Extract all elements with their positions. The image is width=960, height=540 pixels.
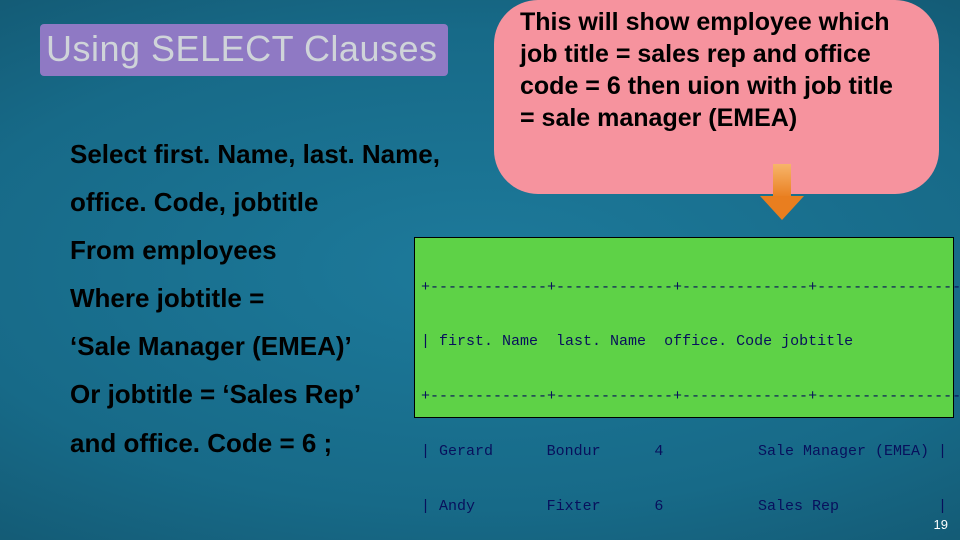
slide-title: Using SELECT Clauses	[46, 28, 442, 70]
query-result-terminal: +-------------+-------------+-----------…	[414, 237, 954, 418]
sql-line: Or jobtitle = ‘Sales Rep’	[70, 370, 440, 418]
col-header: jobtitle |	[772, 333, 960, 351]
table-row: | Andy Fixter 6 Sales Rep |	[421, 498, 947, 516]
sql-line: and office. Code = 6 ;	[70, 419, 440, 467]
title-band: Using SELECT Clauses	[40, 24, 448, 76]
sql-code-block: Select first. Name, last. Name, office. …	[70, 130, 440, 467]
page-number: 19	[934, 517, 948, 532]
separator: +-------------+-------------+-----------…	[421, 279, 947, 297]
explanation-callout: This will show employee which job title …	[494, 0, 939, 194]
sql-line: Where jobtitle =	[70, 274, 440, 322]
table-row: | Gerard Bondur 4 Sale Manager (EMEA) |	[421, 443, 947, 461]
col-header: | first. Name	[421, 333, 538, 351]
col-header: office. Code	[646, 333, 772, 351]
separator: +-------------+-------------+-----------…	[421, 388, 947, 406]
sql-line: ‘Sale Manager (EMEA)’	[70, 322, 440, 370]
slide: Using SELECT Clauses Select first. Name,…	[0, 0, 960, 540]
col-header: last. Name	[538, 333, 646, 351]
table-header: | first. Name last. Name office. Code jo…	[421, 333, 947, 351]
sql-line: Select first. Name, last. Name,	[70, 130, 440, 178]
sql-line: From employees	[70, 226, 440, 274]
down-arrow-icon	[760, 164, 804, 220]
sql-line: office. Code, jobtitle	[70, 178, 440, 226]
callout-text: This will show employee which job title …	[520, 8, 893, 132]
